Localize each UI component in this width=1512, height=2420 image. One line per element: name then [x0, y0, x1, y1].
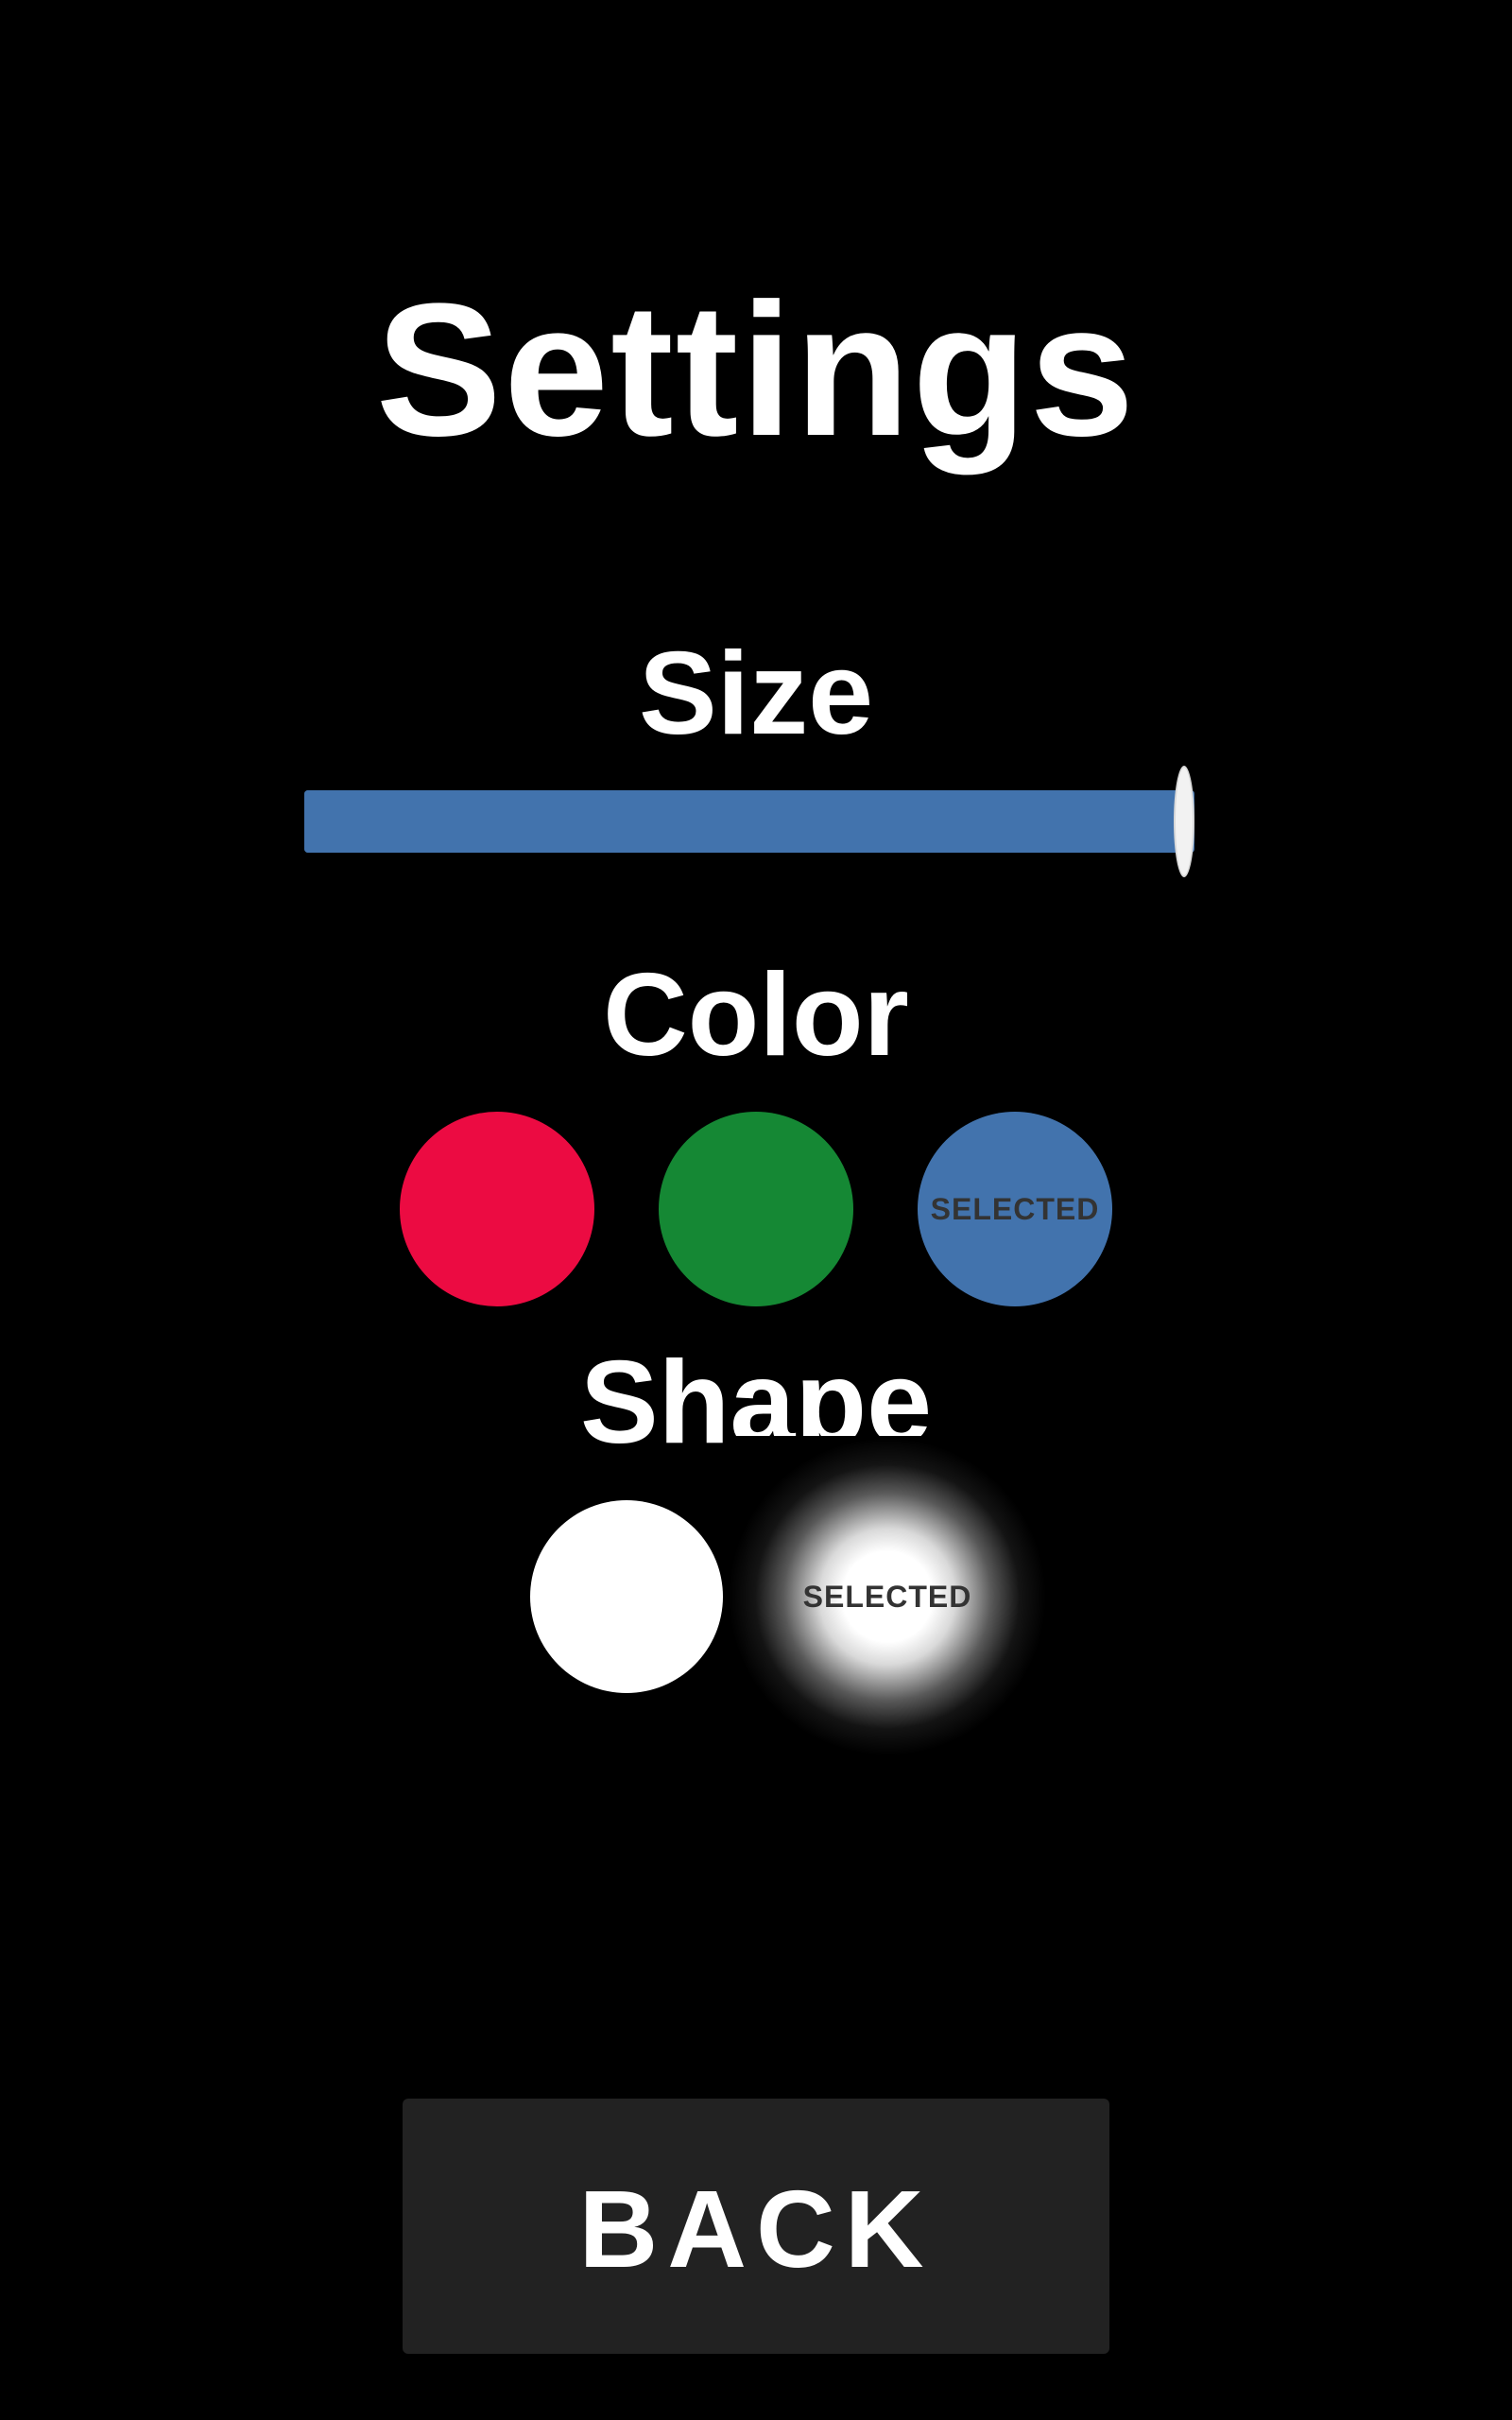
back-button[interactable]: BACK [403, 2099, 1109, 2354]
size-slider-thumb[interactable] [1174, 766, 1194, 877]
color-swatch-red[interactable] [400, 1112, 594, 1306]
shape-option-solid-circle[interactable] [530, 1500, 723, 1693]
color-swatch-blue[interactable]: SELECTED [918, 1112, 1112, 1306]
color-label: Color [603, 950, 909, 1080]
size-label: Size [638, 629, 874, 759]
page-title: Settings [375, 265, 1137, 475]
size-slider[interactable] [304, 766, 1194, 877]
color-swatch-green[interactable] [659, 1112, 853, 1306]
size-slider-fill [304, 790, 1194, 853]
shape-option-soft-glow[interactable]: SELECTED [729, 1436, 1046, 1757]
